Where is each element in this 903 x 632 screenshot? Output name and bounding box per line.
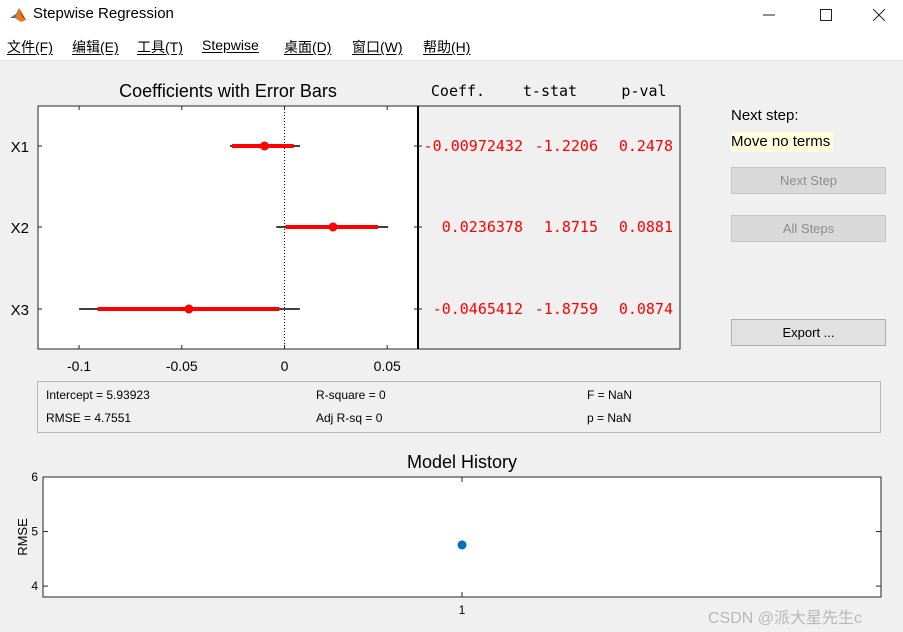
- minimize-icon: [763, 14, 775, 16]
- stats-panel: Intercept = 5.93923 RMSE = 4.7551 R-squa…: [37, 381, 881, 433]
- stat-rmse: RMSE = 4.7551: [46, 411, 132, 425]
- stat-adj-rsq: Adj R-sq = 0: [316, 411, 383, 425]
- maximize-button[interactable]: [797, 0, 855, 30]
- menu-help[interactable]: 帮助(H): [423, 37, 470, 57]
- coef-table-values: -0.00972432 -1.2206 0.2478 0.0236378 1.8715 0…: [418, 137, 673, 318]
- history-x-tick-label: 1: [459, 603, 466, 617]
- history-y-tick-label: 5: [31, 525, 38, 539]
- coef-value: -0.00972432: [424, 137, 523, 155]
- stat-p: p = NaN: [587, 411, 632, 425]
- coef-value: 0.0236378: [442, 218, 523, 236]
- coef-point[interactable]: [260, 141, 270, 151]
- menu-stepwise[interactable]: Stepwise: [202, 37, 259, 53]
- pval-value: 0.2478: [619, 137, 673, 155]
- matlab-logo-icon: [10, 8, 26, 22]
- next-step-button[interactable]: Next Step: [731, 167, 886, 194]
- coef-plot-title: Coefficients with Error Bars: [119, 81, 337, 101]
- close-button[interactable]: [855, 0, 903, 30]
- watermark: CSDN @派大星先生c: [708, 610, 863, 627]
- pval-value: 0.0881: [619, 218, 673, 236]
- stat-intercept: Intercept = 5.93923: [46, 388, 150, 402]
- menu-edit[interactable]: 编辑(E): [72, 37, 119, 57]
- history-y-tick-label: 4: [31, 579, 38, 593]
- menu-file[interactable]: 文件(F): [7, 37, 53, 57]
- window-title: Stepwise Regression: [33, 5, 174, 22]
- header-coeff: Coeff.: [431, 82, 485, 100]
- coef-row-label: X3: [11, 302, 29, 319]
- minimize-button[interactable]: [740, 0, 798, 30]
- coef-row-label: X1: [11, 139, 29, 156]
- figure-canvas: Coefficients with Error Bars -0.1 -0.05 0 0…: [11, 81, 882, 617]
- history-plot-marks: 4 5 6 1: [31, 470, 881, 617]
- stat-f: F = NaN: [587, 388, 633, 402]
- coef-row-label: X2: [11, 220, 29, 237]
- next-step-value: Move no terms: [731, 132, 834, 152]
- pval-value: 0.0874: [619, 300, 673, 318]
- close-icon: [873, 9, 885, 21]
- coef-point[interactable]: [328, 222, 338, 232]
- tstat-value: -1.8759: [535, 300, 598, 318]
- history-y-tick-label: 6: [31, 470, 38, 484]
- coef-x-tick-label: -0.05: [166, 358, 198, 374]
- coef-plot-axes: [37, 105, 419, 350]
- coef-value: -0.0465412: [433, 300, 523, 318]
- header-pval: p-val: [621, 82, 666, 100]
- history-point[interactable]: [457, 540, 467, 550]
- coef-x-tick-label: -0.1: [67, 358, 91, 374]
- menu-window[interactable]: 窗口(W): [352, 37, 403, 57]
- title-bar: Stepwise Regression: [0, 0, 903, 30]
- history-title: Model History: [407, 452, 517, 472]
- export-button[interactable]: Export ...: [731, 319, 886, 346]
- menu-tools[interactable]: 工具(T): [137, 37, 183, 57]
- history-axes: [42, 476, 882, 598]
- coef-plot-marks: -0.1 -0.05 0 0.05 X1 X2 X3: [11, 106, 418, 374]
- coef-table-panel: [417, 105, 681, 350]
- header-tstat: t-stat: [523, 82, 577, 100]
- coef-x-tick-label: 0.05: [374, 358, 401, 374]
- tstat-value: -1.2206: [535, 137, 598, 155]
- history-ylabel: RMSE: [15, 518, 30, 556]
- menu-desktop[interactable]: 桌面(D): [284, 37, 331, 57]
- coef-point[interactable]: [184, 304, 194, 314]
- menu-bar: 文件(F) 编辑(E) 工具(T) Stepwise 桌面(D) 窗口(W) 帮…: [0, 30, 903, 61]
- maximize-icon: [820, 9, 832, 21]
- next-step-label: Next step:: [731, 107, 799, 124]
- coef-x-tick-label: 0: [281, 358, 289, 374]
- all-steps-button[interactable]: All Steps: [731, 215, 886, 242]
- tstat-value: 1.8715: [544, 218, 598, 236]
- stat-rsquare: R-square = 0: [316, 388, 386, 402]
